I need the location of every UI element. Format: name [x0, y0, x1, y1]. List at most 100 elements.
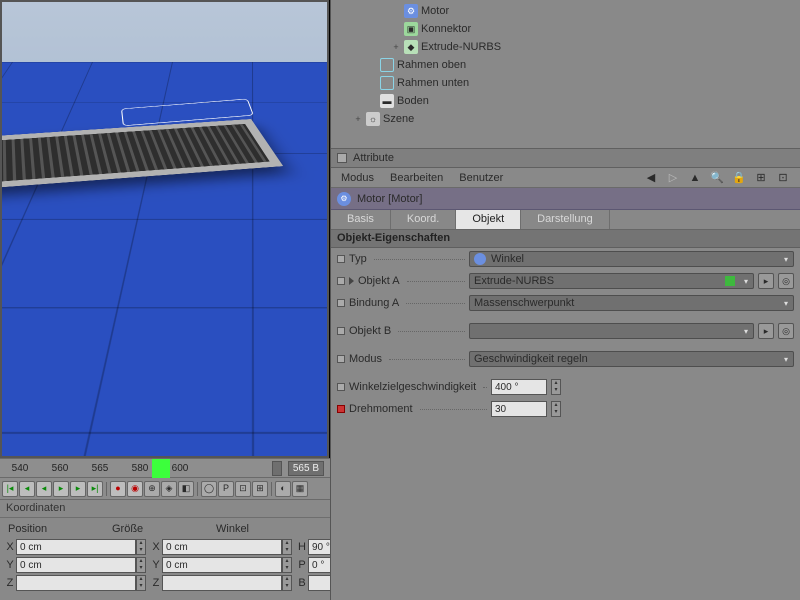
play-button[interactable]: ▸	[53, 481, 69, 497]
timeline-marker[interactable]	[152, 459, 170, 479]
menu-bearbeiten[interactable]: Bearbeiten	[390, 172, 443, 184]
expand-icon[interactable]: +	[353, 114, 363, 124]
anim-toggle[interactable]	[337, 277, 345, 285]
objekt-a-target-button[interactable]: ◎	[778, 273, 794, 289]
anim-toggle[interactable]	[337, 299, 345, 307]
nav-fwd-icon[interactable]: ▷	[666, 171, 680, 184]
transport-bar: |◂ ◂ ◂ ▸ ▸ ▸| ● ◉ ⊕ ◈ ◧ ◯ P ⊡ ⊞ ◐ ▦	[0, 478, 330, 500]
opt-a-button[interactable]: ◯	[201, 481, 217, 497]
tab-koord[interactable]: Koord.	[391, 210, 456, 229]
col-position-label: Position	[4, 519, 104, 537]
tree-node[interactable]: ▬Boden✔	[331, 92, 800, 110]
anim-toggle[interactable]	[337, 383, 345, 391]
objekt-b-target-button[interactable]: ◎	[778, 323, 794, 339]
play-back-button[interactable]: ◂	[36, 481, 52, 497]
scene-icon: ☼	[366, 112, 380, 126]
tree-node-label: Rahmen oben	[397, 59, 472, 71]
key-pos-button[interactable]: ⊕	[144, 481, 160, 497]
objekt-b-field[interactable]	[469, 323, 754, 339]
anim-toggle[interactable]	[337, 255, 345, 263]
new-icon[interactable]: ⊞	[754, 171, 768, 184]
menu-benutzer[interactable]: Benutzer	[459, 172, 503, 184]
spinner[interactable]: ▴▾	[136, 539, 146, 555]
key-scale-button[interactable]: ◈	[161, 481, 177, 497]
typ-combo[interactable]: Winkel	[469, 251, 794, 267]
opt-e-button[interactable]: ▦	[292, 481, 308, 497]
spinner[interactable]: ▴▾	[136, 557, 146, 573]
nurbs-icon: ◆	[404, 40, 418, 54]
spinner[interactable]: ▴▾	[551, 379, 561, 395]
floor-icon: ▬	[380, 94, 394, 108]
pos-x-input[interactable]	[16, 539, 136, 555]
lock-icon[interactable]: 🔒	[732, 171, 746, 184]
opt-p-button[interactable]: P	[218, 481, 234, 497]
anim-toggle[interactable]	[337, 327, 345, 335]
modus-combo[interactable]: Geschwindigkeit regeln	[469, 351, 794, 367]
axis-y-label: Y	[4, 559, 16, 571]
tree-node-label: Boden	[397, 95, 435, 107]
spinner[interactable]: ▴▾	[282, 557, 292, 573]
frame-end-field[interactable]	[272, 461, 282, 476]
size-z-input[interactable]	[162, 575, 282, 591]
object-tree[interactable]: ⚙Motor✔▣Konnektor✔+◆Extrude-NURBS✔Rahmen…	[331, 0, 800, 148]
anim-toggle[interactable]	[337, 355, 345, 363]
size-x-input[interactable]	[162, 539, 282, 555]
menu-modus[interactable]: Modus	[341, 172, 374, 184]
bindung-a-combo[interactable]: Massenschwerpunkt	[469, 295, 794, 311]
goto-start-button[interactable]: |◂	[2, 481, 18, 497]
tab-objekt[interactable]: Objekt	[456, 210, 521, 229]
frame-current-field[interactable]: 565 B	[288, 461, 324, 476]
expand-icon[interactable]	[349, 277, 354, 285]
tab-darstellung[interactable]: Darstellung	[521, 210, 610, 229]
tab-basis[interactable]: Basis	[331, 210, 391, 229]
autokey-button[interactable]: ◉	[127, 481, 143, 497]
axis-p-label: P	[296, 559, 308, 571]
objekt-a-field[interactable]: Extrude-NURBS	[469, 273, 754, 289]
more-icon[interactable]: ⊡	[776, 171, 790, 184]
section-objekt-eigenschaften: Objekt-Eigenschaften	[331, 230, 800, 248]
tree-node[interactable]: ⚙Motor✔	[331, 2, 800, 20]
key-rot-button[interactable]: ◧	[178, 481, 194, 497]
pos-y-input[interactable]	[16, 557, 136, 573]
objekt-b-pick-button[interactable]: ▸	[758, 323, 774, 339]
step-back-button[interactable]: ◂	[19, 481, 35, 497]
opt-b-button[interactable]: ⊡	[235, 481, 251, 497]
viewport-canvas[interactable]	[2, 2, 327, 456]
tree-node-label: Konnektor	[421, 23, 477, 35]
opt-d-button[interactable]: ◐	[275, 481, 291, 497]
separator	[106, 482, 107, 496]
timeline-ruler[interactable]: 540 560 565 580 600 565 B	[0, 458, 330, 478]
axis-z-label: Z	[4, 577, 16, 589]
tree-node[interactable]: +☼Szene✔	[331, 110, 800, 128]
opt-c-button[interactable]: ⊞	[252, 481, 268, 497]
spinner[interactable]: ▴▾	[282, 539, 292, 555]
size-y-input[interactable]	[162, 557, 282, 573]
spinner[interactable]: ▴▾	[136, 575, 146, 591]
prop-typ-label: Typ	[349, 253, 367, 265]
prop-drehmoment-label: Drehmoment	[349, 403, 413, 415]
spinner[interactable]: ▴▾	[551, 401, 561, 417]
up-icon[interactable]: ▲	[688, 172, 702, 184]
axis-x-label: X	[150, 541, 162, 553]
nav-back-icon[interactable]: ◀	[644, 171, 658, 184]
pos-z-input[interactable]	[16, 575, 136, 591]
goto-end-button[interactable]: ▸|	[87, 481, 103, 497]
viewport-3d[interactable]	[0, 0, 330, 458]
expand-icon[interactable]: +	[391, 42, 401, 52]
record-button[interactable]: ●	[110, 481, 126, 497]
tree-node[interactable]: +◆Extrude-NURBS✔	[331, 38, 800, 56]
spinner[interactable]: ▴▾	[282, 575, 292, 591]
drehmoment-input[interactable]	[491, 401, 547, 417]
motor-icon: ⚙	[337, 192, 351, 206]
attribute-menu-bar: Modus Bearbeiten Benutzer ◀ ▷ ▲ 🔍 🔒 ⊞ ⊡	[331, 168, 800, 188]
wzg-input[interactable]	[491, 379, 547, 395]
panel-toggle[interactable]	[337, 153, 347, 163]
anim-toggle-active[interactable]	[337, 405, 345, 413]
tree-node[interactable]: Rahmen unten✔	[331, 74, 800, 92]
tree-node[interactable]: ▣Konnektor✔	[331, 20, 800, 38]
search-icon[interactable]: 🔍	[710, 171, 724, 184]
tree-node[interactable]: Rahmen oben✔	[331, 56, 800, 74]
link-indicator-icon	[725, 276, 735, 286]
step-fwd-button[interactable]: ▸	[70, 481, 86, 497]
objekt-a-pick-button[interactable]: ▸	[758, 273, 774, 289]
